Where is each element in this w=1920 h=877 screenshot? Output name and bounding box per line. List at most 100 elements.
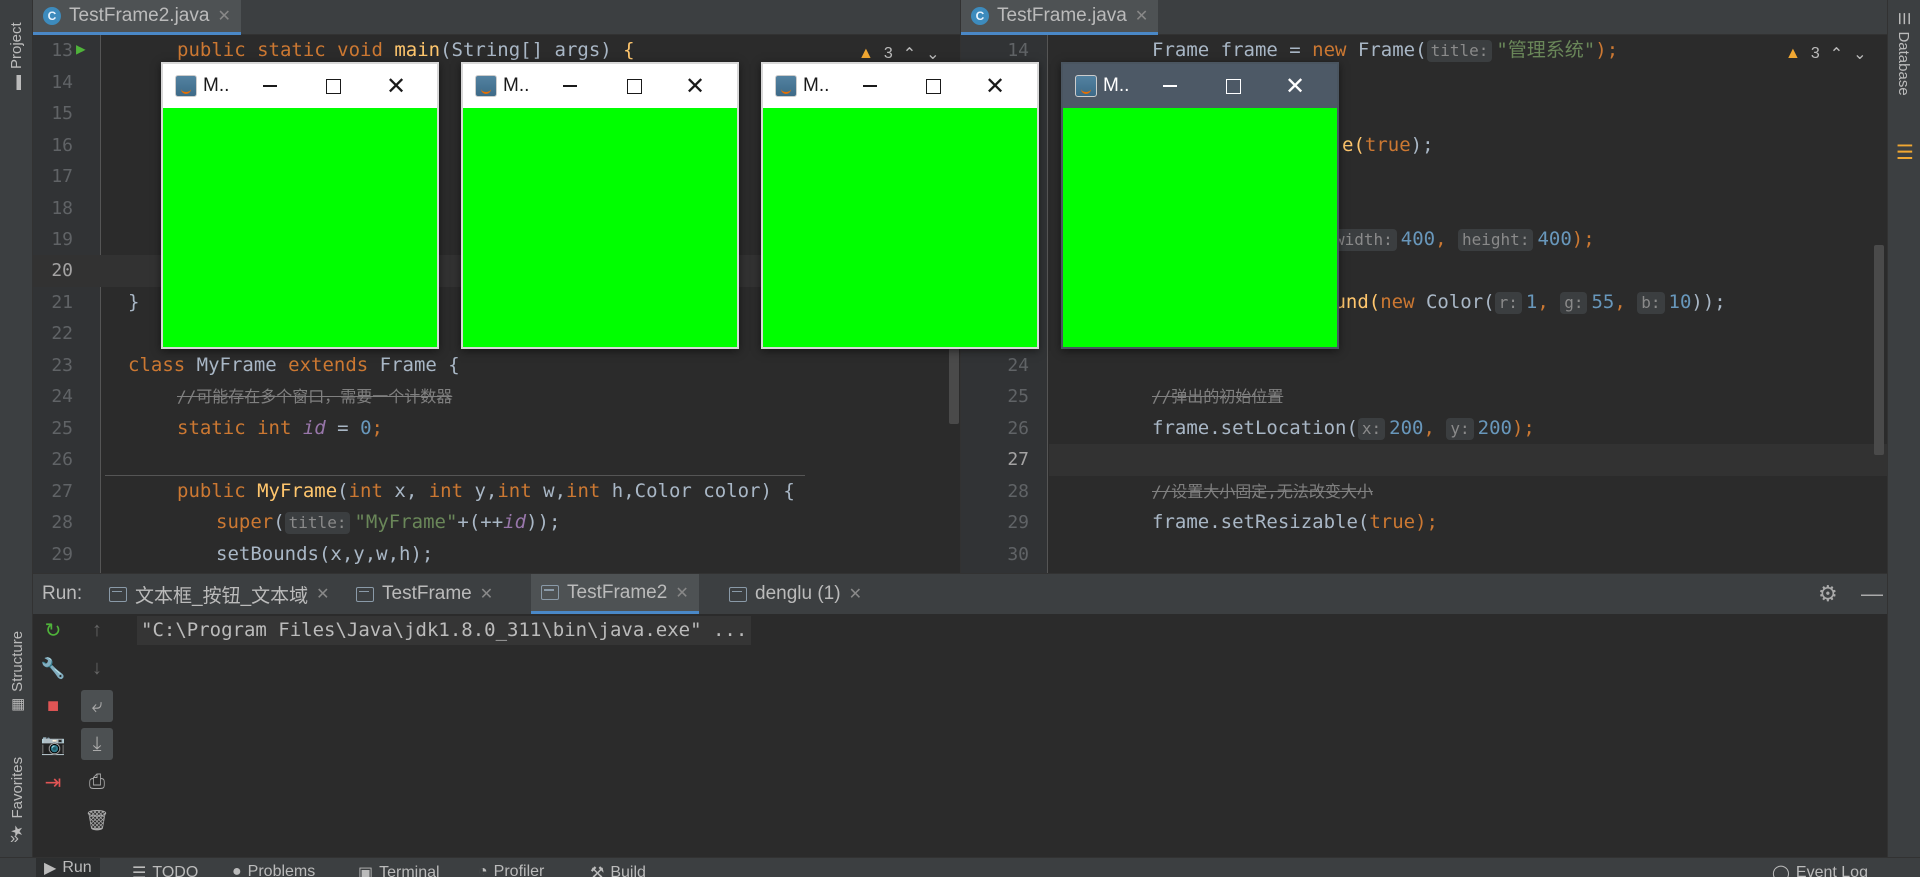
console-icon [356, 586, 374, 602]
left-tool-strip: ▬ Project ▦ Structure ★ Favorites » [0, 0, 33, 857]
scrollbar-thumb-right[interactable] [1874, 245, 1884, 455]
maximize-button[interactable] [612, 64, 656, 108]
database-tool-tab[interactable]: ☰ Database [1895, 12, 1913, 96]
line-number: 29 [1007, 512, 1029, 533]
line-number: 24 [1007, 355, 1029, 376]
file-tab-testframe[interactable]: C TestFrame.java ✕ [961, 0, 1159, 35]
line-number: 25 [51, 418, 73, 439]
window-titlebar[interactable]: M.. ✕ [763, 64, 1037, 108]
java-icon [475, 75, 497, 97]
project-tool-tab[interactable]: ▬ Project [8, 22, 25, 90]
close-icon[interactable]: ✕ [675, 583, 688, 603]
structure-icon: ▦ [9, 697, 26, 712]
run-tool-window: Run: 文本框_按钮_文本域 ✕ TestFrame ✕ TestFrame2… [33, 573, 1887, 857]
myframe-window-1[interactable]: M.. ✕ [161, 62, 439, 349]
window-titlebar[interactable]: M.. ✕ [163, 64, 437, 108]
line-number: 21 [51, 292, 73, 313]
bottom-tab-todo[interactable]: ☰ TODO [132, 863, 198, 877]
run-toolbar-primary: ↻ 🔧 ■ 📷 ⇥ [33, 614, 73, 804]
code-line-16: e(true); [1342, 133, 1434, 156]
bottom-tab-terminal[interactable]: ▣ Terminal [358, 863, 440, 877]
inspection-widget-left[interactable]: ▲ 3 ⌃ ⌄ [858, 44, 940, 64]
maximize-button[interactable] [311, 64, 355, 108]
structure-list-icon[interactable]: ☰ [1896, 140, 1914, 165]
minimize-button[interactable] [548, 64, 592, 108]
line-number: 25 [1007, 386, 1029, 407]
run-gutter-icon[interactable]: ▶ [76, 39, 86, 58]
code-line-27: public MyFrame(int x, int y,int w,int h,… [177, 480, 795, 502]
run-tab-denglu[interactable]: denglu (1) ✕ [719, 574, 872, 614]
line-number: 23 [51, 355, 73, 376]
myframe-window-2[interactable]: M.. ✕ [461, 62, 739, 349]
file-tab-testframe2[interactable]: C TestFrame2.java ✕ [33, 0, 241, 35]
line-number: 28 [1007, 481, 1029, 502]
more-tools-button[interactable]: » [10, 830, 19, 848]
run-tab-testframe[interactable]: TestFrame ✕ [346, 574, 503, 614]
code-line-25: static int id = 0; [177, 417, 383, 439]
line-number: 27 [1007, 449, 1029, 470]
run-tab-testframe2[interactable]: TestFrame2 ✕ [531, 574, 699, 614]
bottom-tool-bar: ▶ Run ☰ TODO ● Problems ▣ Terminal ◔ Pro… [0, 857, 1920, 877]
stop-icon[interactable]: ■ [37, 690, 69, 722]
java-icon [175, 75, 197, 97]
myframe-window-4[interactable]: M.. ✕ [1061, 62, 1339, 349]
arrow-down-icon[interactable]: ↓ [81, 652, 113, 684]
line-number: 28 [51, 512, 73, 533]
minimize-panel-icon[interactable]: — [1861, 574, 1883, 614]
myframe-window-3[interactable]: M.. ✕ [761, 62, 1039, 349]
editor-tabbar-left: C TestFrame2.java ✕ [33, 0, 960, 35]
bottom-tab-problems[interactable]: ● Problems [232, 863, 315, 877]
maximize-button[interactable] [911, 64, 955, 108]
chevron-down-icon[interactable]: ⌄ [926, 44, 939, 64]
line-number: 19 [51, 229, 73, 250]
print-icon[interactable]: ⎙ [81, 766, 113, 798]
window-titlebar[interactable]: M.. ✕ [1063, 64, 1337, 108]
gear-icon[interactable]: ⚙ [1818, 574, 1838, 614]
close-icon[interactable]: ✕ [1135, 6, 1148, 26]
bottom-tab-run[interactable]: ▶ Run [36, 858, 100, 877]
bottom-tab-build[interactable]: ⚒ Build [590, 863, 646, 877]
minimize-button[interactable] [848, 64, 892, 108]
exit-icon[interactable]: ⇥ [37, 766, 69, 798]
chevron-up-icon[interactable]: ⌃ [903, 44, 916, 64]
arrow-up-icon[interactable]: ↑ [81, 614, 113, 646]
close-icon[interactable]: ✕ [316, 584, 329, 604]
close-icon[interactable]: ✕ [217, 6, 230, 26]
code-line-24: //可能存在多个窗口，需要一个计数器 [177, 387, 453, 406]
caret-line-highlight [1049, 444, 1887, 476]
soft-wrap-icon[interactable]: ⤶ [81, 690, 113, 722]
minimize-button[interactable] [248, 64, 292, 108]
window-titlebar[interactable]: M.. ✕ [463, 64, 737, 108]
chevron-up-icon[interactable]: ⌃ [1830, 44, 1843, 64]
close-icon[interactable]: ✕ [849, 584, 862, 604]
chevron-down-icon[interactable]: ⌄ [1853, 44, 1866, 64]
minimize-button[interactable] [1148, 64, 1192, 108]
rerun-icon[interactable]: ↻ [37, 614, 69, 646]
code-line-22: ound(new Color(r: 1, g: 55, b: 10)); [1323, 291, 1726, 314]
close-button[interactable]: ✕ [673, 64, 717, 108]
line-number: 17 [51, 166, 73, 187]
scrollbar-thumb-left[interactable] [949, 340, 959, 424]
maximize-button[interactable] [1211, 64, 1255, 108]
close-button[interactable]: ✕ [973, 64, 1017, 108]
trash-icon[interactable]: 🗑 [81, 804, 113, 836]
scroll-to-end-icon[interactable]: ⤓ [81, 728, 113, 760]
event-log-tab[interactable]: ◯ Event Log [1772, 863, 1868, 877]
favorites-tool-tab[interactable]: ★ Favorites [8, 757, 27, 838]
wrench-icon[interactable]: 🔧 [37, 652, 69, 684]
warning-icon: ▲ [1785, 45, 1801, 62]
right-tool-strip: ☰ Database ☰ [1887, 0, 1920, 857]
play-icon: ▶ [44, 860, 57, 877]
terminal-icon: ▣ [358, 865, 374, 877]
run-tab-wenbenkuang[interactable]: 文本框_按钮_文本域 ✕ [99, 574, 340, 614]
close-button[interactable]: ✕ [374, 64, 418, 108]
hammer-icon: ⚒ [590, 865, 605, 877]
bottom-tab-profiler[interactable]: ◔ Profiler [478, 863, 544, 877]
inspection-widget-right[interactable]: ▲ 3 ⌃ ⌄ [1785, 44, 1867, 64]
close-icon[interactable]: ✕ [480, 584, 493, 604]
line-number: 26 [51, 449, 73, 470]
camera-icon[interactable]: 📷 [37, 728, 69, 760]
close-button[interactable]: ✕ [1273, 64, 1317, 108]
structure-tool-tab[interactable]: ▦ Structure [8, 631, 27, 712]
line-number: 24 [51, 386, 73, 407]
